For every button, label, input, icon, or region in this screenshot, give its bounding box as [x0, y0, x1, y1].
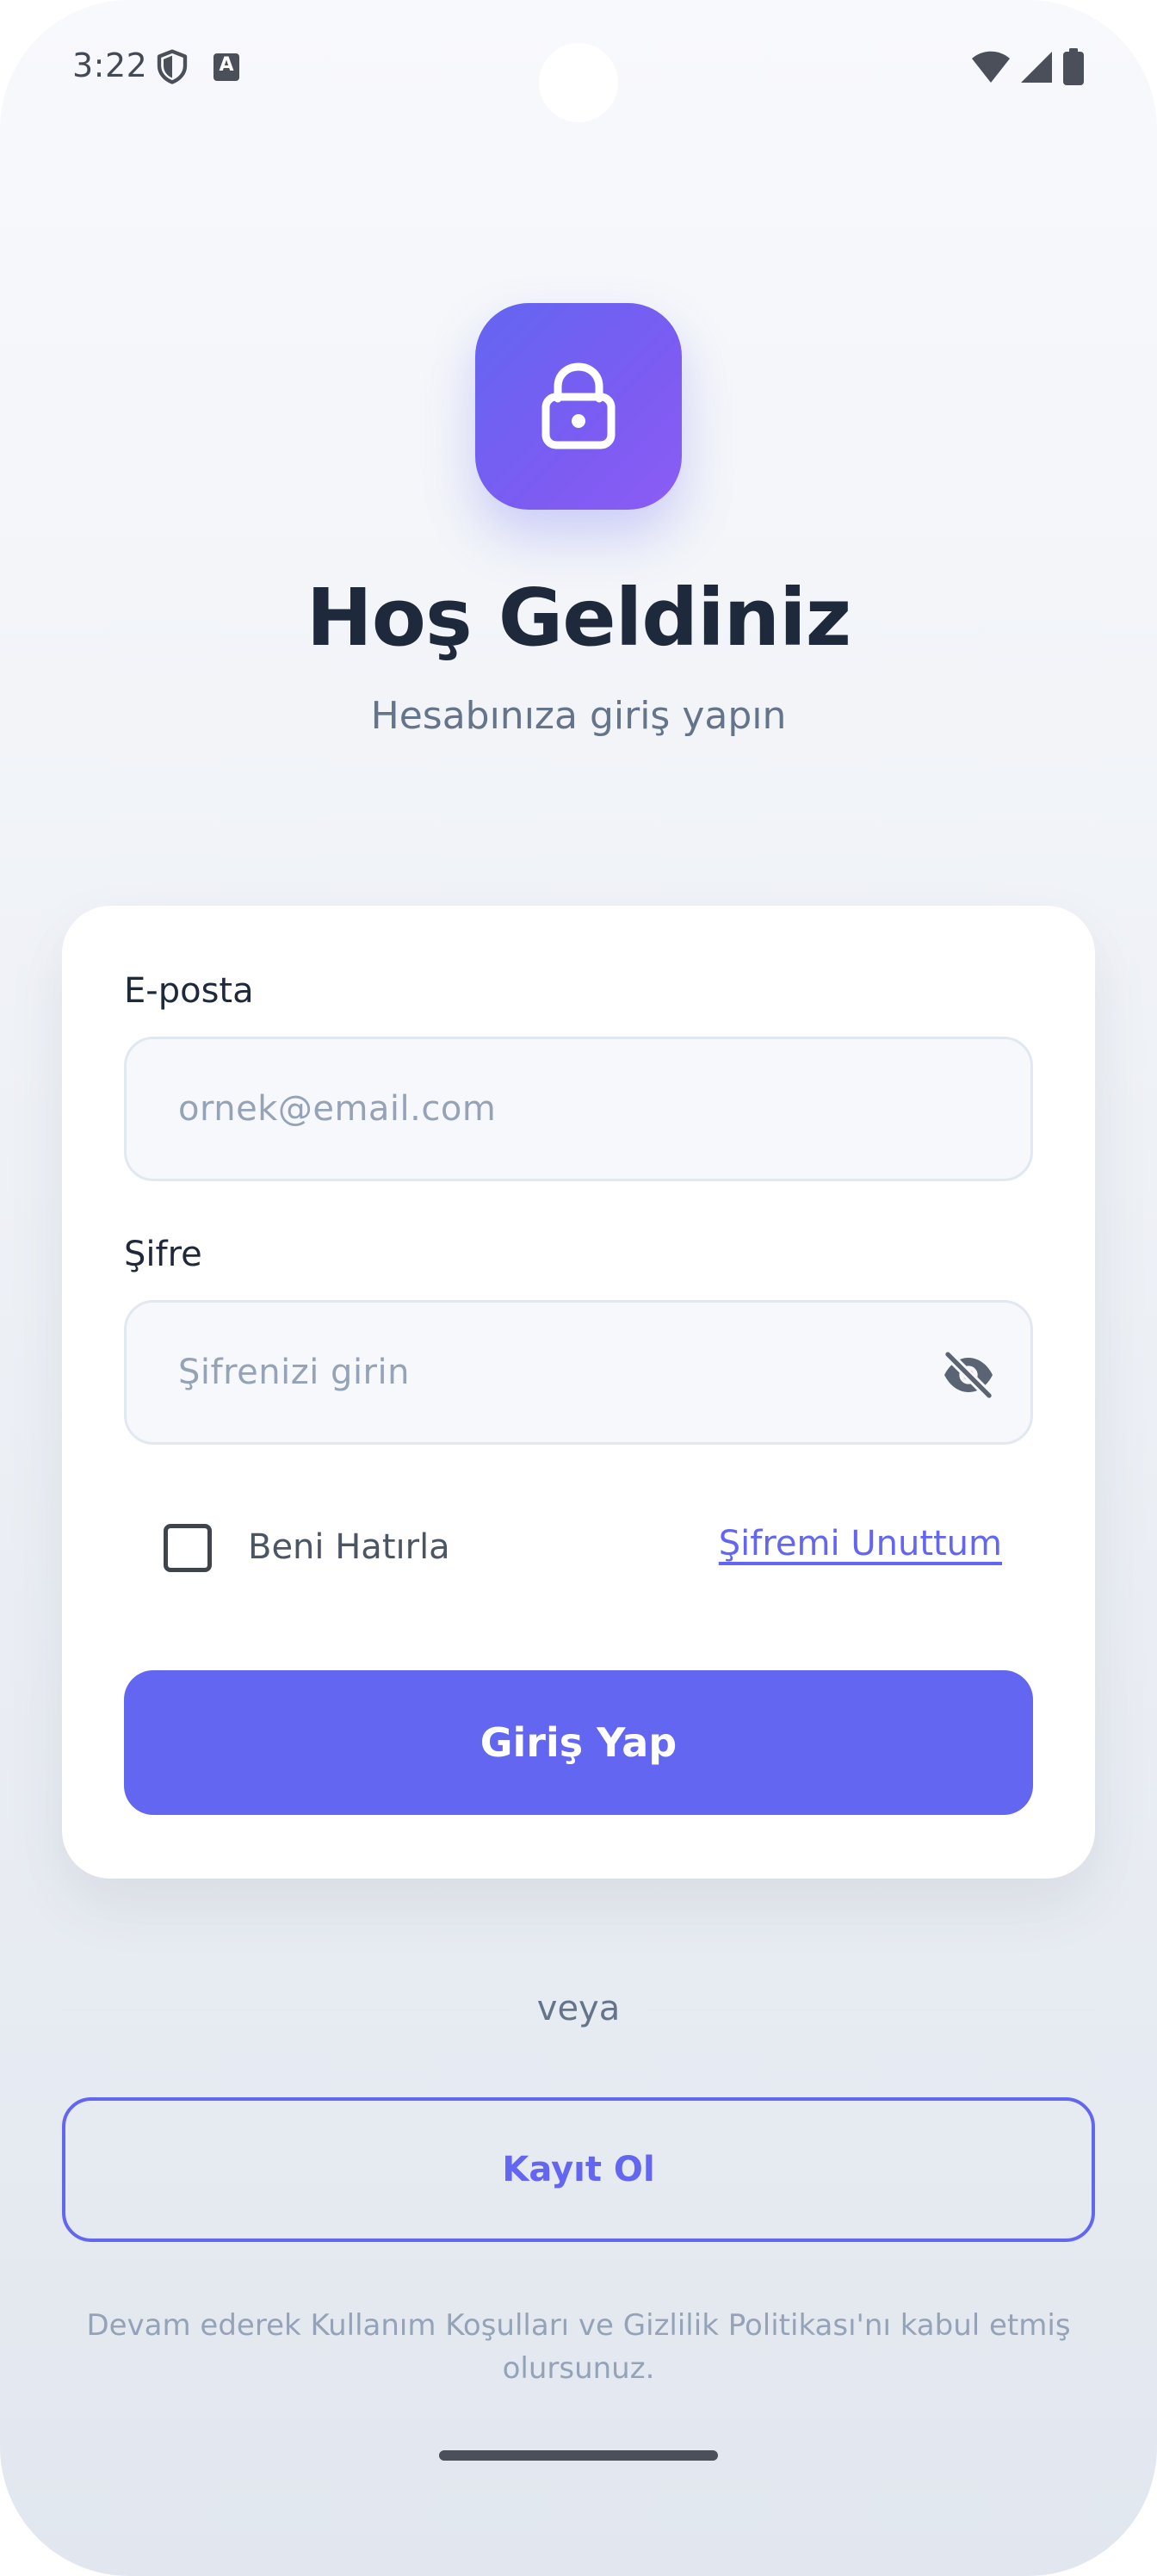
eye-off-icon[interactable] [941, 1347, 996, 1403]
remember-me-checkbox[interactable] [164, 1524, 212, 1572]
shield-icon [157, 49, 188, 84]
app-logo [475, 303, 682, 510]
battery-icon [1063, 48, 1084, 85]
page-title: Hoş Geldiniz [306, 572, 851, 664]
lock-icon [541, 362, 616, 449]
register-button[interactable]: Kayıt Ol [62, 2097, 1095, 2242]
login-button[interactable]: Giriş Yap [124, 1670, 1033, 1815]
status-icons [971, 48, 1085, 86]
cellular-signal-icon [1021, 52, 1052, 83]
or-divider: veya [62, 1985, 1095, 2034]
front-camera [539, 43, 618, 122]
forgot-password-link[interactable]: Şifremi Unuttum [719, 1524, 1002, 1564]
keyboard-indicator-icon: A [213, 53, 239, 81]
email-field [124, 1037, 1033, 1181]
password-field [124, 1300, 1033, 1445]
status-time: 3:22 [72, 46, 148, 84]
password-input[interactable] [176, 1303, 917, 1442]
home-indicator[interactable] [439, 2450, 718, 2461]
password-label: Şifre [124, 1235, 202, 1274]
page-subtitle: Hesabınıza giriş yapın [370, 694, 787, 738]
login-card: E-posta Şifre Beni Hatırla Şifremi Unutt… [62, 906, 1095, 1879]
terms-notice: Devam ederek Kullanım Koşulları ve Gizli… [86, 2308, 1071, 2386]
email-input[interactable] [176, 1039, 917, 1179]
divider-text: veya [536, 1989, 621, 2028]
remember-me-label[interactable]: Beni Hatırla [248, 1527, 450, 1567]
email-label: E-posta [124, 971, 254, 1011]
login-screen: 3:22 A Hoş Geldiniz Hesabınıza giriş yap… [0, 0, 1157, 2576]
wifi-icon [972, 51, 1010, 83]
